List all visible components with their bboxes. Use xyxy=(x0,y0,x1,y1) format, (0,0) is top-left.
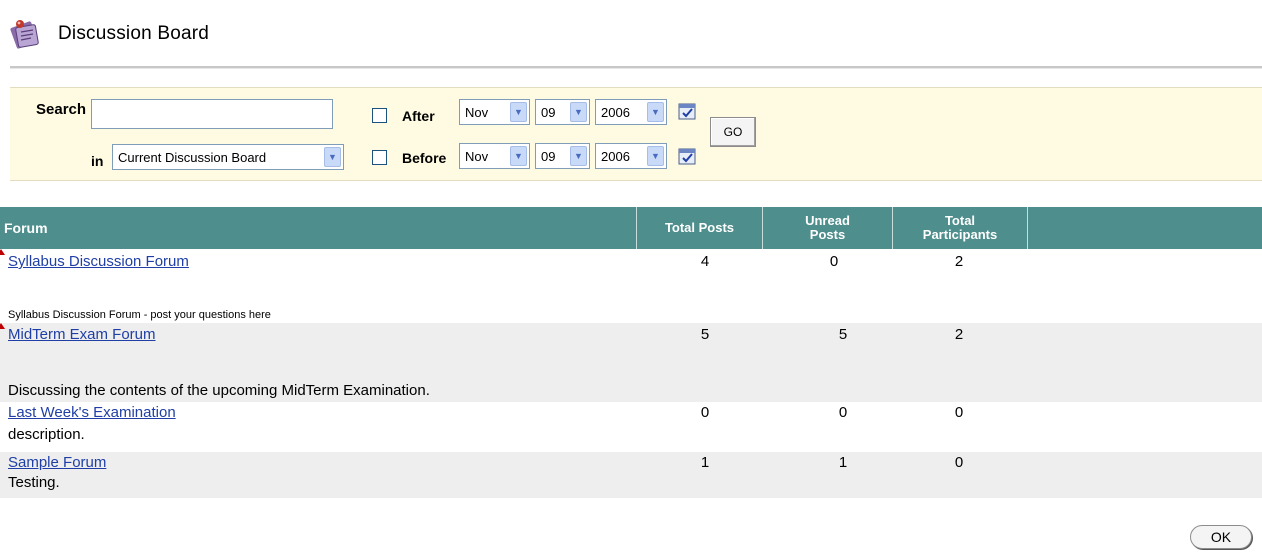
page-title: Discussion Board xyxy=(58,23,210,44)
forum-link[interactable]: MidTerm Exam Forum xyxy=(8,326,156,343)
forum-link[interactable]: Last Week's Examination xyxy=(8,404,176,421)
chevron-down-icon[interactable]: ▼ xyxy=(510,102,527,122)
after-day-value: 09 xyxy=(541,104,556,120)
chevron-down-icon[interactable]: ▼ xyxy=(570,102,587,122)
after-checkbox[interactable] xyxy=(372,108,387,123)
before-month-select[interactable]: Nov ▼ xyxy=(459,143,530,169)
after-day-select[interactable]: 09 ▼ xyxy=(535,99,590,125)
table-row: Sample Forum 1 1 0 Testing. xyxy=(0,452,1262,498)
after-label: After xyxy=(402,108,435,124)
header-divider xyxy=(10,66,1262,69)
search-label: Search xyxy=(36,101,87,118)
forum-table: Forum Total Posts Unread Posts Total Par… xyxy=(0,207,1262,498)
header-total-participants: Total Participants xyxy=(893,207,1028,249)
header-forum: Forum xyxy=(0,207,637,249)
forum-link[interactable]: Syllabus Discussion Forum xyxy=(8,253,189,270)
header-total-posts: Total Posts xyxy=(637,207,763,249)
unread-posts-cell: 1 xyxy=(838,454,848,471)
before-day-value: 09 xyxy=(541,148,556,164)
after-year-value: 2006 xyxy=(601,104,630,120)
total-participants-cell: 0 xyxy=(954,454,964,471)
total-posts-cell: 5 xyxy=(700,326,710,343)
total-participants-cell: 2 xyxy=(954,253,964,270)
total-posts-cell: 1 xyxy=(700,454,710,471)
before-year-value: 2006 xyxy=(601,148,630,164)
unread-posts-cell: 0 xyxy=(829,253,839,270)
table-row: MidTerm Exam Forum 5 5 2 Discussing the … xyxy=(0,323,1262,402)
discussion-board-icon xyxy=(10,18,44,50)
header-unread-posts: Unread Posts xyxy=(763,207,893,249)
search-scope-select[interactable]: Current Discussion Board ▼ xyxy=(112,144,344,170)
after-year-select[interactable]: 2006 ▼ xyxy=(595,99,667,125)
forum-description: Discussing the contents of the upcoming … xyxy=(8,382,430,399)
calendar-icon[interactable] xyxy=(678,147,696,165)
search-scope-value: Current Discussion Board xyxy=(118,149,267,165)
table-row: Last Week's Examination 0 0 0 descriptio… xyxy=(0,402,1262,452)
table-header: Forum Total Posts Unread Posts Total Par… xyxy=(0,207,1262,249)
unread-posts-cell: 5 xyxy=(838,326,848,343)
total-posts-cell: 0 xyxy=(700,404,710,421)
in-label: in xyxy=(91,153,104,169)
marker-icon xyxy=(0,323,5,329)
before-year-select[interactable]: 2006 ▼ xyxy=(595,143,667,169)
calendar-icon[interactable] xyxy=(678,102,696,120)
before-label: Before xyxy=(402,150,447,166)
table-row: Syllabus Discussion Forum 4 0 2 Syllabus… xyxy=(0,249,1262,323)
total-posts-cell: 4 xyxy=(700,253,710,270)
chevron-down-icon[interactable]: ▼ xyxy=(510,146,527,166)
forum-description: description. xyxy=(8,426,85,443)
forum-description: Syllabus Discussion Forum - post your qu… xyxy=(8,309,271,321)
forum-description: Testing. xyxy=(8,474,60,491)
before-day-select[interactable]: 09 ▼ xyxy=(535,143,590,169)
forum-link[interactable]: Sample Forum xyxy=(8,454,106,471)
chevron-down-icon[interactable]: ▼ xyxy=(570,146,587,166)
total-participants-cell: 0 xyxy=(954,404,964,421)
chevron-down-icon[interactable]: ▼ xyxy=(647,102,664,122)
total-participants-cell: 2 xyxy=(954,326,964,343)
after-month-select[interactable]: Nov ▼ xyxy=(459,99,530,125)
chevron-down-icon[interactable]: ▼ xyxy=(647,146,664,166)
unread-posts-cell: 0 xyxy=(838,404,848,421)
before-month-value: Nov xyxy=(465,148,489,164)
search-input[interactable] xyxy=(91,99,333,129)
after-month-value: Nov xyxy=(465,104,489,120)
before-checkbox[interactable] xyxy=(372,150,387,165)
search-panel: Search in Current Discussion Board ▼ Aft… xyxy=(10,87,1262,181)
ok-button[interactable]: OK xyxy=(1190,525,1252,549)
go-button[interactable]: GO xyxy=(710,117,756,147)
page-header: Discussion Board xyxy=(10,18,209,50)
marker-icon xyxy=(0,249,5,255)
chevron-down-icon[interactable]: ▼ xyxy=(324,147,341,167)
